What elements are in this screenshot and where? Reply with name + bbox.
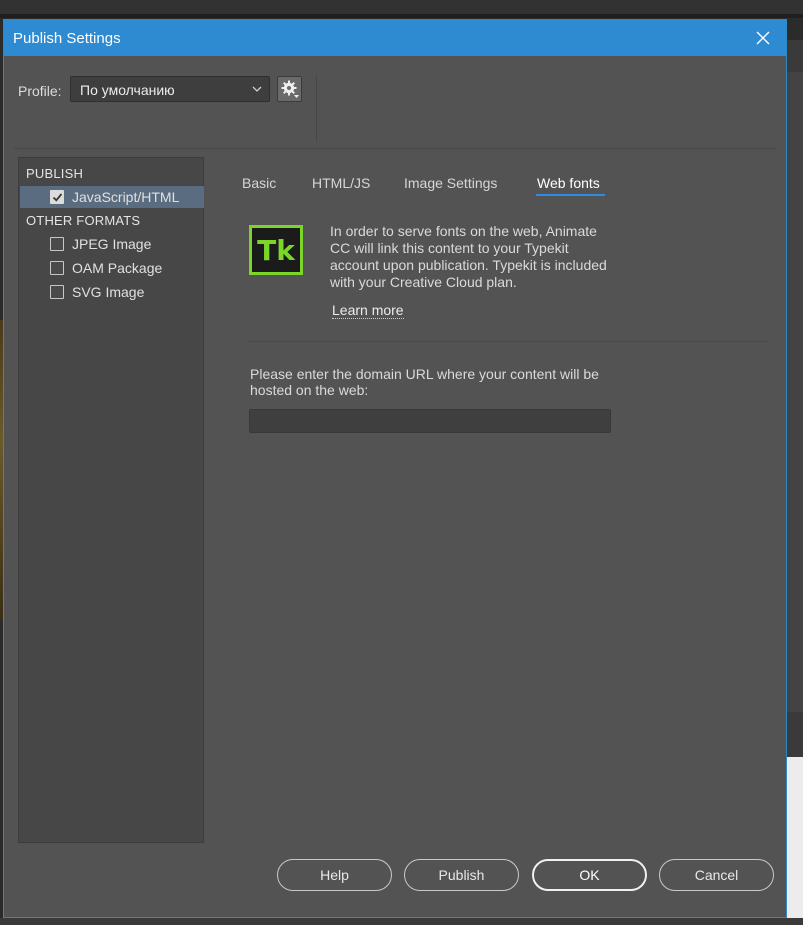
jpeg-image-label: JPEG Image bbox=[72, 236, 152, 252]
domain-url-label: Please enter the domain URL where your c… bbox=[250, 366, 599, 398]
oam-package-label: OAM Package bbox=[72, 260, 163, 276]
ok-button[interactable]: OK bbox=[532, 859, 647, 891]
domain-url-input[interactable] bbox=[249, 409, 611, 433]
publish-button[interactable]: Publish bbox=[404, 859, 519, 891]
close-icon bbox=[756, 31, 770, 45]
target-javascript-html[interactable]: JavaScript/HTML bbox=[20, 186, 204, 208]
background-app-area bbox=[787, 757, 803, 925]
javascript-html-checkbox[interactable] bbox=[50, 190, 64, 204]
typekit-logo-text: Tk bbox=[257, 233, 295, 267]
typekit-logo: Tk bbox=[249, 225, 303, 275]
background-app-footer bbox=[0, 918, 803, 925]
target-svg-image[interactable]: SVG Image bbox=[20, 281, 204, 303]
content-divider bbox=[249, 341, 767, 342]
typekit-info-text: In order to serve fonts on the web, Anim… bbox=[330, 223, 607, 290]
tab-image-settings[interactable]: Image Settings bbox=[404, 175, 497, 191]
close-button[interactable] bbox=[740, 20, 786, 56]
tab-basic[interactable]: Basic bbox=[242, 175, 276, 191]
background-app-scrollbar bbox=[787, 72, 803, 712]
profile-options-button[interactable] bbox=[277, 76, 302, 102]
dialog-titlebar[interactable]: Publish Settings bbox=[4, 20, 786, 56]
tab-html-js[interactable]: HTML/JS bbox=[312, 175, 370, 191]
chevron-down-icon bbox=[252, 86, 262, 92]
target-oam-package[interactable]: OAM Package bbox=[20, 257, 204, 279]
other-formats-section-header: OTHER FORMATS bbox=[26, 213, 141, 228]
publish-settings-dialog: Publish Settings Profile: По умолчанию P… bbox=[3, 19, 787, 918]
oam-package-checkbox[interactable] bbox=[50, 261, 64, 275]
jpeg-image-checkbox[interactable] bbox=[50, 237, 64, 251]
profile-dropdown[interactable]: По умолчанию bbox=[70, 76, 270, 102]
gear-icon bbox=[281, 80, 299, 98]
background-app-toolbar bbox=[0, 0, 803, 14]
checkmark-icon bbox=[52, 193, 63, 202]
tab-web-fonts[interactable]: Web fonts bbox=[537, 175, 600, 191]
svg-image-label: SVG Image bbox=[72, 284, 145, 300]
svg-image-checkbox[interactable] bbox=[50, 285, 64, 299]
help-button[interactable]: Help bbox=[277, 859, 392, 891]
cancel-button[interactable]: Cancel bbox=[659, 859, 774, 891]
background-app-divider bbox=[0, 14, 803, 18]
dialog-title: Publish Settings bbox=[13, 30, 121, 47]
publish-targets-panel: PUBLISH JavaScript/HTML OTHER FORMATS JP… bbox=[18, 157, 204, 843]
publish-section-header: PUBLISH bbox=[26, 166, 84, 181]
toolbar-divider bbox=[316, 76, 317, 142]
active-tab-indicator bbox=[536, 194, 605, 196]
profile-dropdown-value: По умолчанию bbox=[80, 82, 175, 98]
profile-label: Profile: bbox=[18, 83, 62, 99]
header-divider bbox=[14, 148, 776, 149]
learn-more-link[interactable]: Learn more bbox=[332, 302, 404, 319]
javascript-html-label: JavaScript/HTML bbox=[72, 189, 180, 205]
target-jpeg-image[interactable]: JPEG Image bbox=[20, 233, 204, 255]
